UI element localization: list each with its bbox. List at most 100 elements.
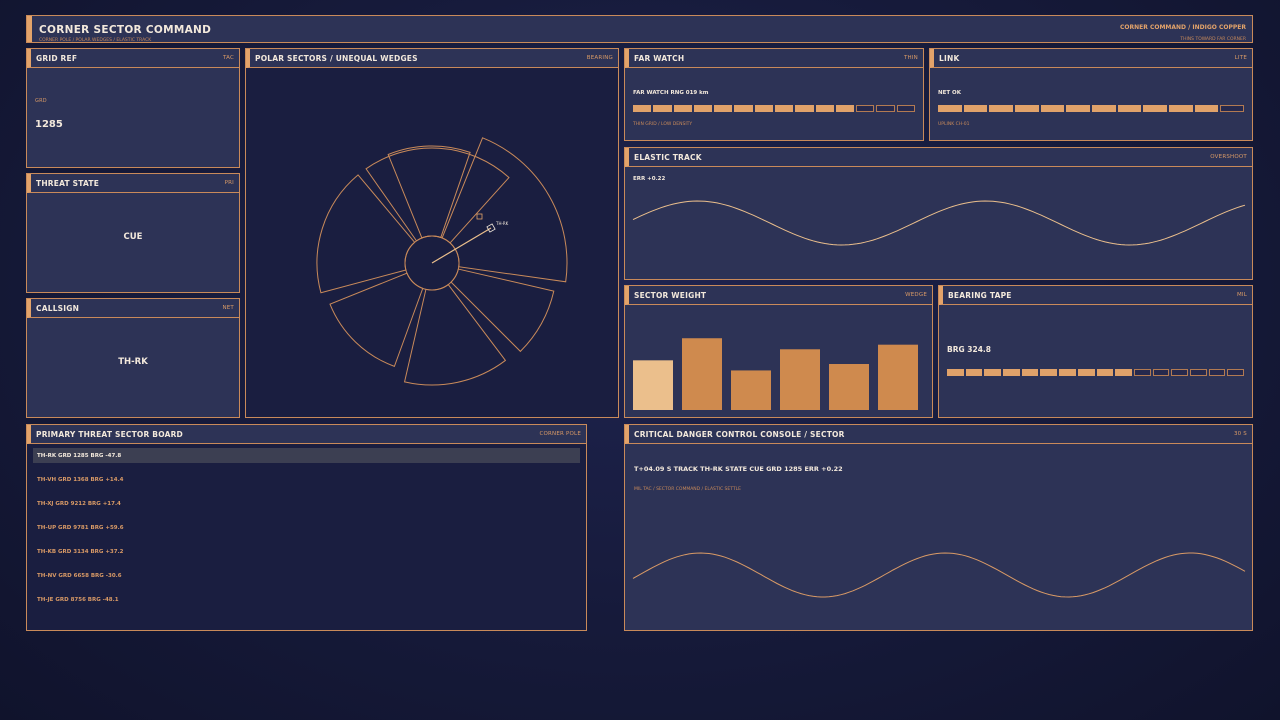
link-segment	[1015, 105, 1039, 112]
grid-ref-label: GRD	[35, 98, 47, 104]
link-foot: UPLINK CH-01	[938, 122, 970, 127]
sector-weight-bar	[878, 344, 918, 410]
bearing-tape-segment	[1152, 369, 1170, 376]
bearing-tape-tag: MIL	[1236, 292, 1247, 298]
polar-wedge	[441, 137, 568, 283]
sector-weight-bar	[682, 338, 722, 410]
sector-weight-header: SECTOR WEIGHT WEDGE	[625, 286, 932, 305]
bearing-tape-segment	[1077, 369, 1095, 376]
sector-weight-panel: SECTOR WEIGHT WEDGE	[624, 285, 933, 418]
header-accent	[27, 16, 32, 42]
console-title: CRITICAL DANGER CONTROL CONSOLE / SECTOR	[634, 430, 845, 439]
bearing-tape-segment	[1133, 369, 1151, 376]
link-segment	[963, 105, 988, 112]
table-row[interactable]: TH-JE GRD 8756 BRG -48.1	[33, 592, 580, 607]
threat-state-panel: THREAT STATE PRI CUE	[26, 173, 240, 293]
threat-state-value: CUE	[123, 232, 143, 242]
elastic-track-tag: OVERSHOOT	[1210, 154, 1247, 160]
console-readout: T+04.09 S TRACK TH-RK STATE CUE GRD 1285…	[634, 465, 843, 473]
page-subtitle: CORNER POLE / POLAR WEDGES / ELASTIC TRA…	[39, 38, 152, 43]
sector-weight-bar	[780, 349, 820, 410]
bearing-tape-panel: BEARING TAPE MIL BRG 324.8	[938, 285, 1253, 418]
link-segment	[989, 105, 1014, 112]
link-segment	[1092, 105, 1116, 112]
far-watch-segment	[754, 105, 773, 112]
far-watch-readout: FAR WATCH RNG 019 km	[633, 90, 709, 96]
far-watch-panel: FAR WATCH THIN FAR WATCH RNG 019 km THIN…	[624, 48, 924, 141]
callsign-value: TH-RK	[118, 357, 148, 367]
bearing-tape-segment	[1171, 369, 1188, 376]
grid-ref-title: GRID REF	[36, 54, 78, 63]
link-panel: LINK LITE NET OK UPLINK CH-01	[929, 48, 1253, 141]
sector-weight-chart	[633, 338, 918, 410]
bearing-tape-segment	[1115, 369, 1132, 376]
target-label: TH-RK	[495, 221, 509, 226]
far-watch-segment	[734, 105, 753, 112]
far-watch-segment	[856, 105, 875, 112]
link-readout: NET OK	[938, 90, 961, 96]
polar-header: POLAR SECTORS / UNEQUAL WEDGES BEARING	[246, 49, 618, 68]
table-row[interactable]: TH-UP GRD 9781 BRG +59.6	[33, 520, 580, 535]
bearing-tape-readout: BRG 324.8	[947, 345, 991, 354]
threat-board-title: PRIMARY THREAT SECTOR BOARD	[36, 430, 183, 439]
link-segment	[1143, 105, 1168, 112]
link-segment	[1066, 105, 1091, 112]
far-watch-segment	[673, 105, 692, 112]
sector-weight-bar	[633, 360, 673, 410]
bearing-tape-segment	[1227, 369, 1244, 376]
far-watch-segment	[896, 105, 915, 112]
table-row[interactable]: TH-KB GRD 3134 BRG +37.2	[33, 544, 580, 559]
threat-state-title: THREAT STATE	[36, 179, 100, 188]
sector-weight-bar	[829, 364, 869, 410]
link-tag: LITE	[1234, 55, 1247, 61]
elastic-track-title: ELASTIC TRACK	[634, 153, 702, 162]
table-row[interactable]: TH-VH GRD 1368 BRG +14.4	[33, 472, 580, 487]
threat-board-header: PRIMARY THREAT SECTOR BOARD CORNER POLE	[27, 425, 586, 444]
far-watch-segment	[774, 105, 794, 112]
console-header: CRITICAL DANGER CONTROL CONSOLE / SECTOR…	[625, 425, 1252, 444]
bearing-tape-segment	[1208, 369, 1226, 376]
bearing-tape-segment	[1040, 369, 1058, 376]
contact-marker	[476, 213, 483, 220]
console-sub: MIL TAC / SECTOR COMMAND / ELASTIC SETTL…	[634, 487, 741, 492]
polar-wedge	[450, 268, 555, 353]
link-bar	[938, 105, 1245, 112]
table-row[interactable]: TH-XJ GRD 9212 BRG +17.4	[33, 496, 580, 511]
far-watch-foot: THIN GRID / LOW DENSITY	[633, 122, 693, 127]
grid-ref-value: 1285	[35, 119, 63, 130]
bearing-vector	[431, 227, 492, 264]
sector-weight-title: SECTOR WEIGHT	[634, 291, 707, 300]
threat-state-header: THREAT STATE PRI	[27, 174, 239, 193]
bearing-tape-segment	[947, 369, 964, 376]
polar-panel: POLAR SECTORS / UNEQUAL WEDGES BEARING T…	[245, 48, 619, 418]
far-watch-segment	[693, 105, 713, 112]
far-watch-tag: THIN	[903, 55, 918, 61]
bearing-tape-segment	[1059, 369, 1076, 376]
bearing-tape-bar	[947, 369, 1244, 376]
table-row[interactable]: TH-RK GRD 1285 BRG -47.8	[33, 448, 580, 463]
bearing-tape-segment	[984, 369, 1002, 376]
callsign-title: CALLSIGN	[36, 304, 80, 313]
far-watch-segment	[795, 105, 814, 112]
polar-tag: BEARING	[586, 55, 613, 61]
threat-board-tag: CORNER POLE	[539, 431, 581, 437]
far-watch-segment	[714, 105, 733, 112]
link-segment	[1194, 105, 1219, 112]
far-watch-header: FAR WATCH THIN	[625, 49, 923, 68]
header-right-title: CORNER COMMAND / INDIGO COPPER	[1119, 24, 1246, 31]
far-watch-title: FAR WATCH	[634, 54, 685, 63]
far-watch-segment	[815, 105, 834, 112]
far-watch-segment	[876, 105, 895, 112]
elastic-track-wave	[632, 200, 1246, 246]
callsign-tag: NET	[222, 305, 234, 311]
threat-board-panel: PRIMARY THREAT SECTOR BOARD CORNER POLE …	[26, 424, 587, 631]
bearing-tape-title: BEARING TAPE	[948, 291, 1012, 300]
console-tag: 30 S	[1233, 431, 1247, 437]
link-segment	[1169, 105, 1193, 112]
polar-plot: TH-RK	[316, 137, 568, 386]
callsign-header: CALLSIGN NET	[27, 299, 239, 318]
elastic-track-panel: ELASTIC TRACK OVERSHOOT ERR +0.22	[624, 147, 1253, 280]
table-row[interactable]: TH-NV GRD 6658 BRG -30.6	[33, 568, 580, 583]
far-watch-segment	[653, 105, 672, 112]
grid-ref-panel: GRID REF TAC GRD 1285	[26, 48, 240, 168]
